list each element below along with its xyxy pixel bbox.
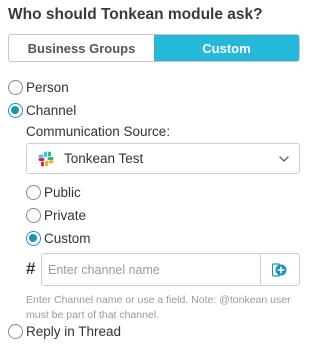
radio-person-option[interactable]: Person bbox=[8, 77, 69, 97]
insert-field-icon bbox=[272, 262, 287, 277]
radio-custom[interactable] bbox=[26, 230, 41, 246]
reply-in-thread-radio[interactable] bbox=[8, 323, 23, 339]
radio-person[interactable] bbox=[8, 79, 23, 95]
radio-private-label: Private bbox=[44, 207, 87, 223]
communication-source-select[interactable]: Tonkean Test bbox=[26, 143, 300, 174]
target-type-toggle: Business Groups Custom bbox=[8, 34, 300, 62]
radio-person-label: Person bbox=[26, 79, 69, 95]
radio-public-option[interactable]: Public bbox=[26, 182, 81, 202]
communication-source-value: Tonkean Test bbox=[64, 151, 144, 166]
section-title: Who should Tonkean module ask? bbox=[8, 6, 263, 23]
channel-help-text: Enter Channel name or use a field. Note:… bbox=[26, 294, 291, 321]
insert-field-button[interactable] bbox=[260, 254, 299, 285]
radio-public[interactable] bbox=[26, 184, 41, 200]
communication-source-label: Communication Source: bbox=[26, 124, 171, 139]
reply-in-thread-label: Reply in Thread bbox=[26, 323, 122, 339]
toggle-business-groups[interactable]: Business Groups bbox=[9, 35, 154, 61]
radio-channel-label: Channel bbox=[26, 102, 77, 118]
channel-name-input[interactable] bbox=[42, 254, 260, 285]
reply-in-thread-option[interactable]: Reply in Thread bbox=[8, 321, 121, 341]
radio-channel[interactable] bbox=[8, 102, 23, 118]
radio-custom-option[interactable]: Custom bbox=[26, 228, 91, 248]
radio-private[interactable] bbox=[26, 207, 41, 223]
radio-custom-label: Custom bbox=[44, 230, 91, 246]
radio-channel-option[interactable]: Channel bbox=[8, 100, 76, 120]
radio-public-label: Public bbox=[44, 184, 81, 200]
ask-config-panel: Who should Tonkean module ask? Business … bbox=[0, 0, 310, 352]
radio-private-option[interactable]: Private bbox=[26, 205, 86, 225]
hash-prefix: # bbox=[26, 259, 36, 278]
toggle-custom[interactable]: Custom bbox=[154, 35, 299, 61]
slack-icon bbox=[38, 151, 54, 166]
chevron-down-icon bbox=[279, 156, 289, 162]
channel-input-group bbox=[41, 253, 300, 286]
